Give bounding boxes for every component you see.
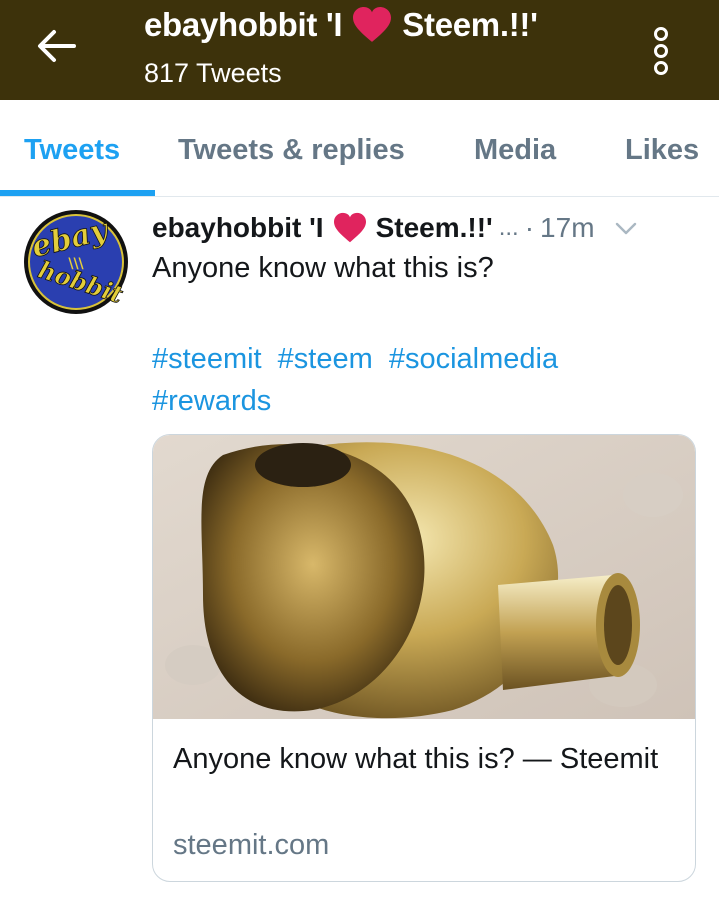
author-name-part2: Steem.!!' xyxy=(375,212,493,243)
hashtag-link[interactable]: #rewards xyxy=(152,385,271,417)
profile-title: ebayhobbit 'I Steem.!!' xyxy=(144,6,538,44)
hashtag-link[interactable]: #socialmedia xyxy=(389,343,558,375)
profile-title-part1: ebayhobbit 'I xyxy=(144,6,343,43)
tab-tweets-replies[interactable]: Tweets & replies xyxy=(178,134,405,167)
active-tab-indicator xyxy=(0,190,155,196)
name-truncation: ... xyxy=(498,214,519,241)
tweet-header: ebayhobbit 'I Steem.!!' ... · 17m xyxy=(152,208,692,248)
profile-tabs: Tweets Tweets & replies Media Likes xyxy=(0,100,719,197)
tweet-count: 817 Tweets xyxy=(144,58,282,88)
heart-icon xyxy=(333,212,366,243)
card-image xyxy=(153,435,695,719)
tweet-author-name[interactable]: ebayhobbit 'I Steem.!!' xyxy=(152,212,493,244)
heart-icon xyxy=(353,7,392,42)
card-title: Anyone know what this is? — Steemit xyxy=(173,743,659,775)
link-preview-card[interactable]: Anyone know what this is? — Steemit stee… xyxy=(152,434,696,882)
tab-likes[interactable]: Likes xyxy=(625,134,699,167)
tweet-timestamp[interactable]: 17m xyxy=(540,212,594,244)
tab-media[interactable]: Media xyxy=(474,134,556,167)
tab-tweets[interactable]: Tweets xyxy=(24,134,120,167)
profile-header: ebayhobbit 'I Steem.!!' 817 Tweets xyxy=(0,0,719,100)
chevron-down-icon[interactable] xyxy=(613,215,639,241)
avatar[interactable]: ebay \\\ hobbit xyxy=(22,208,130,316)
separator-dot: · xyxy=(524,212,535,243)
tweet-text: Anyone know what this is? xyxy=(152,252,494,284)
hashtag-link[interactable]: #steemit xyxy=(152,343,262,375)
author-name-part1: ebayhobbit 'I xyxy=(152,212,324,243)
hashtag-link[interactable]: #steem xyxy=(278,343,373,375)
profile-title-part2: Steem.!!' xyxy=(402,6,538,43)
vertical-dots-icon[interactable] xyxy=(650,26,672,76)
card-domain: steemit.com xyxy=(173,829,330,861)
tweet-hashtags: #steemit #steem #socialmedia #rewards xyxy=(152,338,672,422)
arrow-left-icon[interactable] xyxy=(34,26,80,66)
